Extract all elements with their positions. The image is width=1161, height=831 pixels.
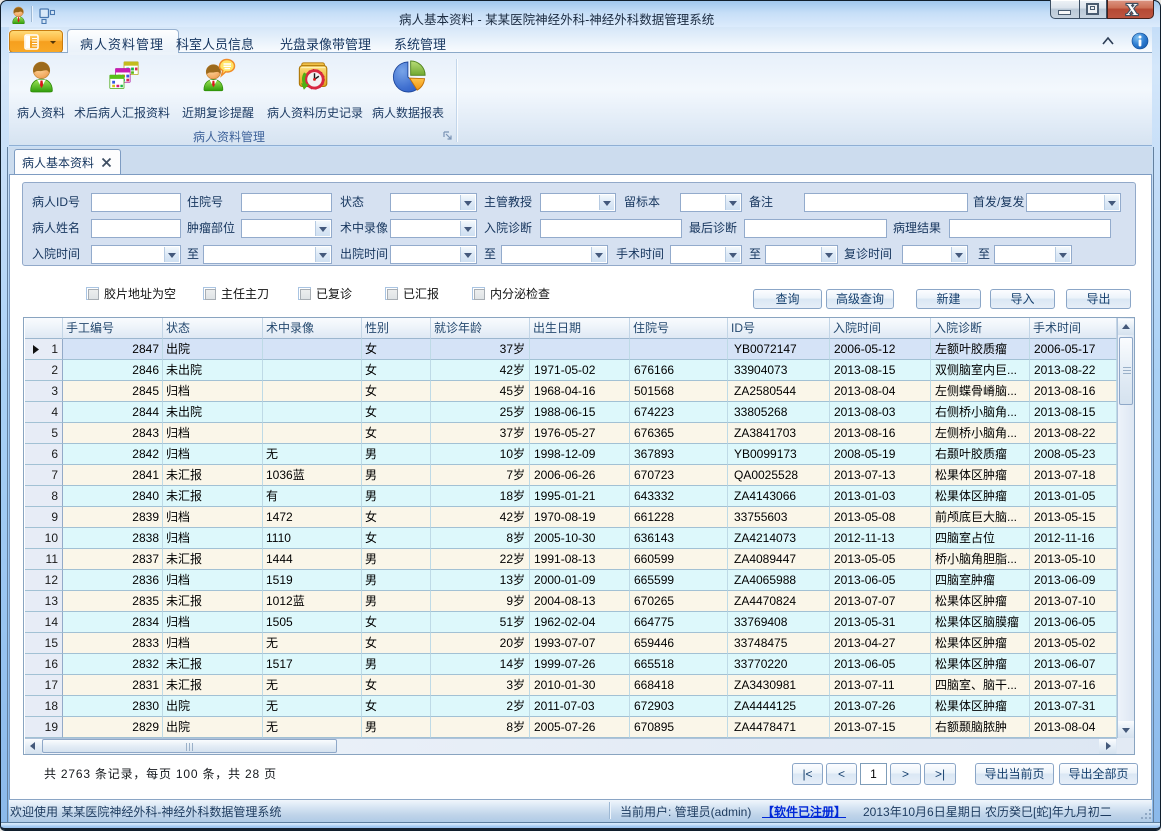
svg-text:X: X bbox=[1126, 1, 1139, 19]
